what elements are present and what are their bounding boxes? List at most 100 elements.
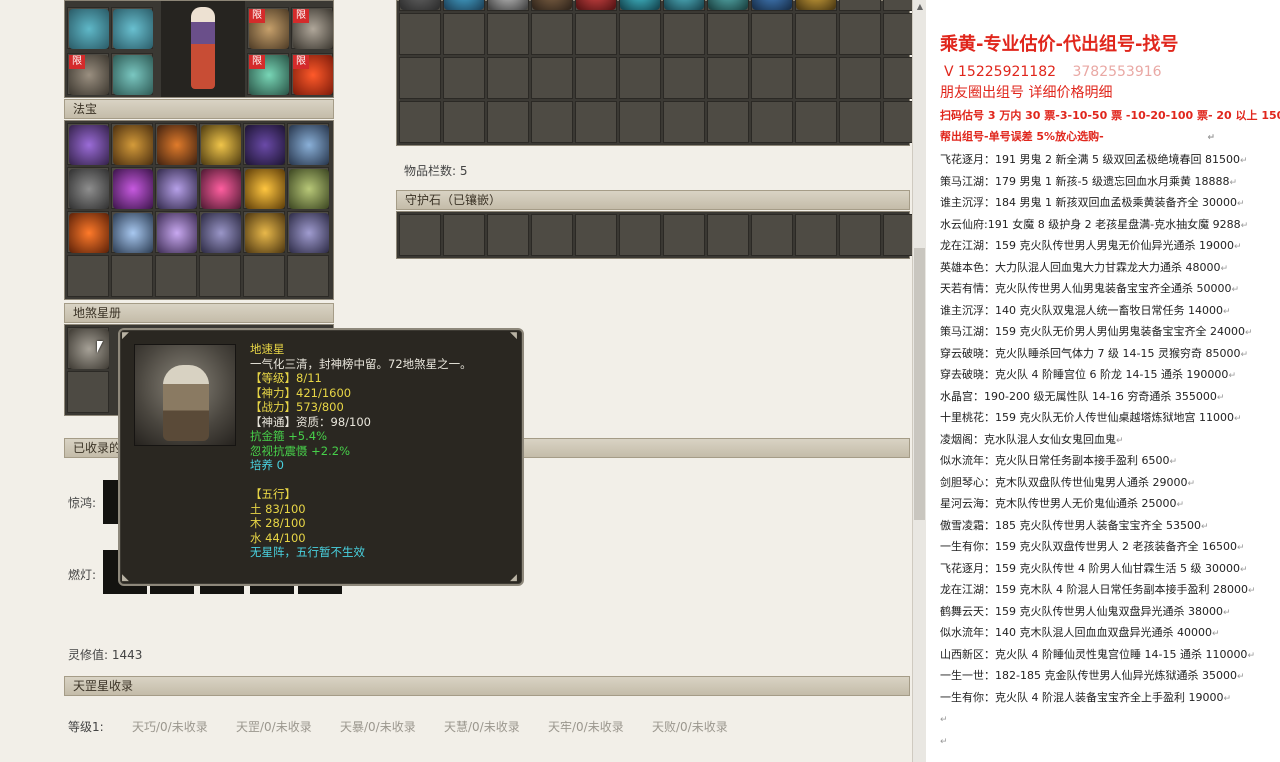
randeng-slot[interactable]: [150, 586, 194, 594]
inventory-slot[interactable]: [619, 13, 661, 55]
equip-slot[interactable]: 限: [67, 53, 109, 95]
fabao-slot[interactable]: [243, 167, 285, 209]
inventory-slot[interactable]: [883, 13, 912, 55]
guard-stone-slot[interactable]: [443, 214, 485, 256]
inventory-slot[interactable]: [531, 0, 573, 11]
scroll-up-icon[interactable]: ▲: [915, 2, 925, 12]
inventory-slot[interactable]: [751, 57, 793, 99]
inventory-slot[interactable]: [707, 101, 749, 143]
guard-stone-slot[interactable]: [883, 214, 912, 256]
inventory-slot[interactable]: [575, 0, 617, 11]
inventory-slot[interactable]: [399, 0, 441, 11]
inventory-slot[interactable]: [707, 57, 749, 99]
fabao-slot[interactable]: [67, 211, 109, 253]
guard-stone-slot[interactable]: [839, 214, 881, 256]
equip-slot[interactable]: [111, 53, 153, 95]
inventory-slot[interactable]: [883, 0, 912, 11]
equip-slot[interactable]: 限: [291, 7, 333, 49]
fabao-slot[interactable]: [67, 255, 109, 297]
inventory-slot[interactable]: [487, 0, 529, 11]
inventory-slot[interactable]: [443, 101, 485, 143]
equip-slot[interactable]: 限: [247, 7, 289, 49]
inventory-slot[interactable]: [619, 101, 661, 143]
randeng-slot[interactable]: [200, 586, 244, 594]
inventory-slot[interactable]: [839, 13, 881, 55]
inventory-slot[interactable]: [399, 101, 441, 143]
fabao-slot[interactable]: [111, 167, 153, 209]
fabao-slot[interactable]: [287, 255, 329, 297]
inventory-slot[interactable]: [487, 13, 529, 55]
guard-stone-slot[interactable]: [531, 214, 573, 256]
inventory-slot[interactable]: [795, 101, 837, 143]
inventory-slot[interactable]: [575, 101, 617, 143]
inventory-slot[interactable]: [707, 13, 749, 55]
fabao-slot[interactable]: [199, 211, 241, 253]
guard-stone-slot[interactable]: [487, 214, 529, 256]
fabao-slot[interactable]: [155, 255, 197, 297]
inventory-slot[interactable]: [663, 0, 705, 11]
inventory-slot[interactable]: [531, 13, 573, 55]
fabao-slot[interactable]: [287, 123, 329, 165]
inventory-slot[interactable]: [795, 0, 837, 11]
inventory-slot[interactable]: [839, 101, 881, 143]
scroll-thumb[interactable]: [914, 248, 925, 520]
fabao-slot[interactable]: [199, 255, 241, 297]
equip-slot[interactable]: 限: [291, 53, 333, 95]
inventory-slot[interactable]: [883, 101, 912, 143]
guard-stone-slot[interactable]: [399, 214, 441, 256]
inventory-slot[interactable]: [663, 13, 705, 55]
vertical-scrollbar[interactable]: ▲: [912, 0, 926, 762]
fabao-slot[interactable]: [199, 167, 241, 209]
equip-slot[interactable]: [111, 7, 153, 49]
randeng-slot[interactable]: [298, 586, 342, 594]
inventory-slot[interactable]: [399, 13, 441, 55]
fabao-slot[interactable]: [67, 123, 109, 165]
inventory-slot[interactable]: [443, 13, 485, 55]
inventory-slot[interactable]: [487, 101, 529, 143]
inventory-slot[interactable]: [619, 0, 661, 11]
guard-stone-slot[interactable]: [619, 214, 661, 256]
inventory-slot[interactable]: [531, 57, 573, 99]
guard-stone-slot[interactable]: [751, 214, 793, 256]
inventory-slot[interactable]: [839, 0, 881, 11]
guard-stone-slot[interactable]: [795, 214, 837, 256]
inventory-slot[interactable]: [795, 57, 837, 99]
fabao-slot[interactable]: [155, 123, 197, 165]
fabao-slot[interactable]: [199, 123, 241, 165]
fabao-slot[interactable]: [111, 211, 153, 253]
inventory-slot[interactable]: [399, 57, 441, 99]
inventory-slot[interactable]: [795, 13, 837, 55]
fabao-slot[interactable]: [287, 211, 329, 253]
equip-slot[interactable]: [67, 7, 109, 49]
inventory-slot[interactable]: [575, 57, 617, 99]
guard-stone-slot[interactable]: [663, 214, 705, 256]
fabao-slot[interactable]: [243, 255, 285, 297]
inventory-slot[interactable]: [663, 57, 705, 99]
fabao-slot[interactable]: [155, 167, 197, 209]
inventory-slot[interactable]: [443, 0, 485, 11]
inventory-slot[interactable]: [839, 57, 881, 99]
fabao-slot[interactable]: [287, 167, 329, 209]
guard-stone-slot[interactable]: [575, 214, 617, 256]
inventory-slot[interactable]: [707, 0, 749, 11]
inventory-slot[interactable]: [487, 57, 529, 99]
inventory-slot[interactable]: [751, 0, 793, 11]
guard-stone-slot[interactable]: [707, 214, 749, 256]
fabao-slot[interactable]: [243, 123, 285, 165]
fabao-slot[interactable]: [155, 211, 197, 253]
randeng-slot[interactable]: [250, 586, 294, 594]
inventory-slot[interactable]: [443, 57, 485, 99]
equip-slot[interactable]: 限: [247, 53, 289, 95]
fabao-slot[interactable]: [111, 255, 153, 297]
fabao-slot[interactable]: [67, 167, 109, 209]
fabao-slot[interactable]: [243, 211, 285, 253]
inventory-slot[interactable]: [663, 101, 705, 143]
inventory-slot[interactable]: [751, 101, 793, 143]
fabao-slot[interactable]: [111, 123, 153, 165]
inventory-slot[interactable]: [751, 13, 793, 55]
inventory-slot[interactable]: [619, 57, 661, 99]
inventory-slot[interactable]: [531, 101, 573, 143]
inventory-slot[interactable]: [575, 13, 617, 55]
inventory-slot[interactable]: [883, 57, 912, 99]
disha-slot[interactable]: [67, 371, 109, 413]
